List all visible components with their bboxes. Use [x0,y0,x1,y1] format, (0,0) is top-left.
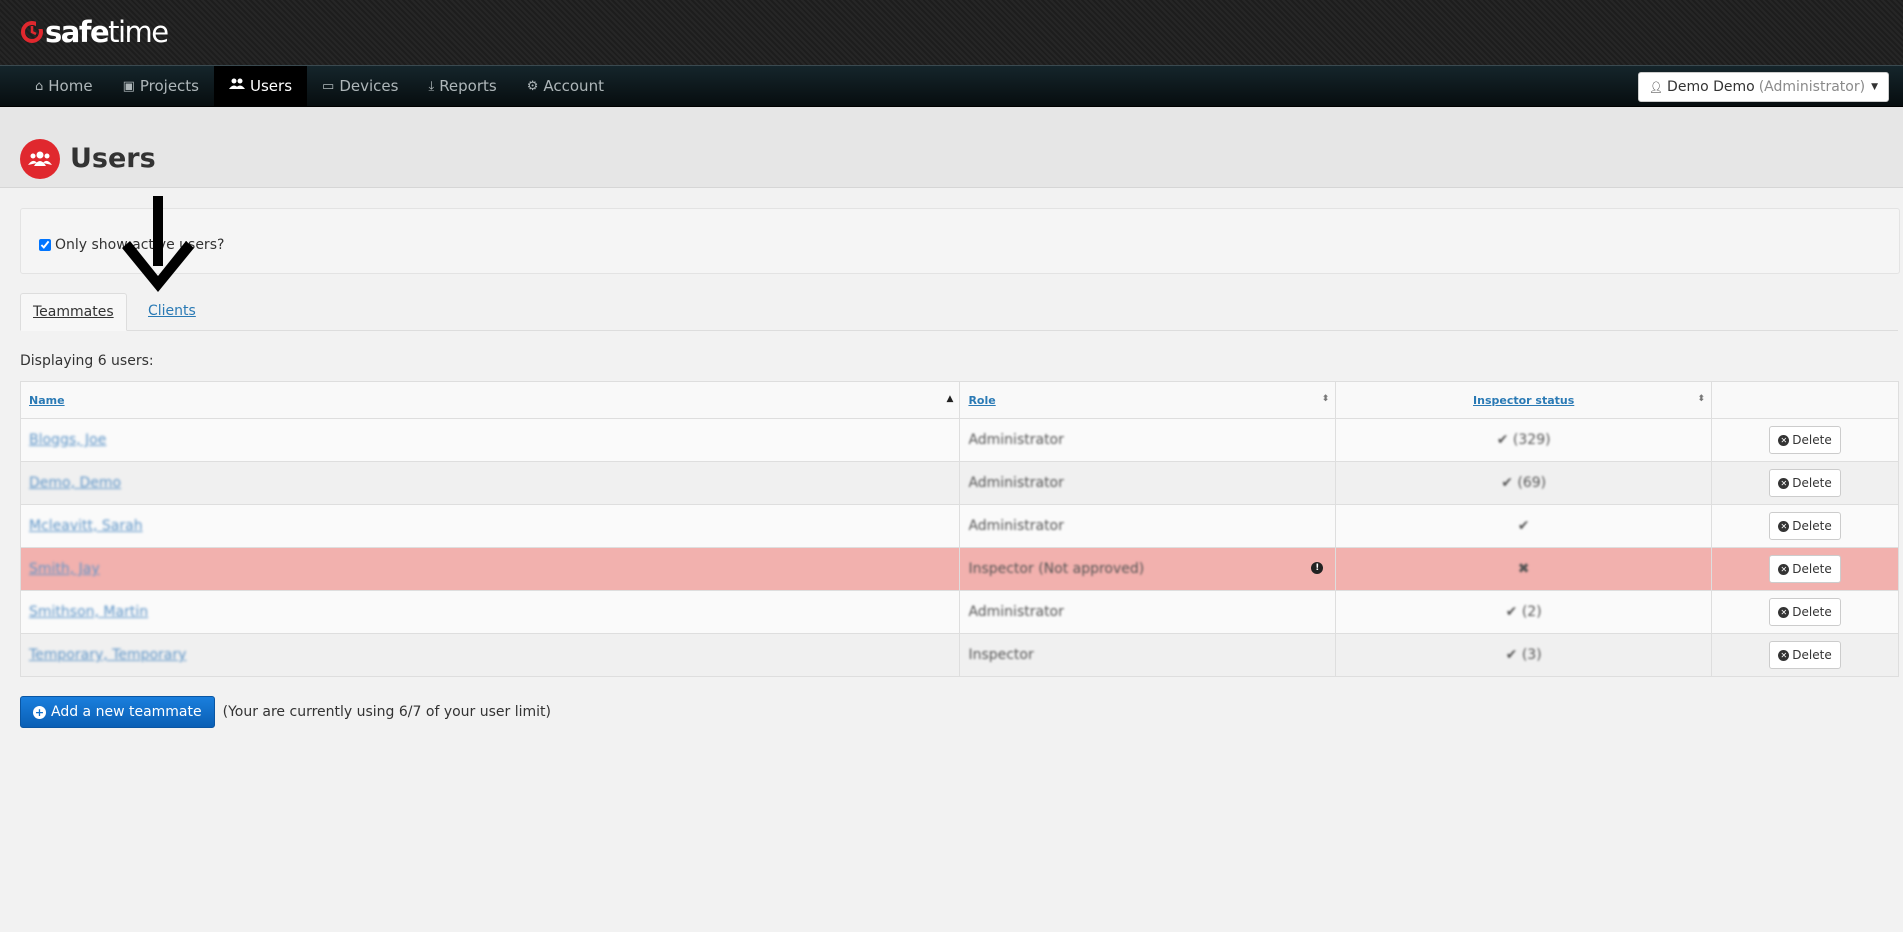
delete-label: Delete [1792,433,1832,447]
inspector-status: ✔ (329) [1496,432,1551,448]
user-name-link[interactable]: Smithson, Martin [29,604,148,620]
delete-label: Delete [1792,476,1832,490]
user-role: Administrator [968,475,1064,491]
user-menu-role: (Administrator) [1758,79,1866,95]
user-name-link[interactable]: Mcleavitt, Sarah [29,518,143,534]
delete-button[interactable]: ✕ Delete [1769,598,1841,626]
add-teammate-label: Add a new teammate [51,704,202,720]
delete-button[interactable]: ✕ Delete [1769,641,1841,669]
page-header: Users [0,107,1903,188]
nav-home-label: Home [48,77,93,95]
inspector-status: ✔ (3) [1505,647,1542,663]
nav-account-label: Account [543,77,604,95]
user-role: Inspector [968,647,1034,663]
user-role: Inspector (Not approved) [968,561,1145,577]
tab-teammates[interactable]: Teammates [20,293,127,331]
sort-asc-icon: ▲ [946,394,954,404]
actions-column-header [1711,381,1899,419]
status-sort-link[interactable]: Inspector status [1473,394,1574,407]
nav-users-label: Users [250,77,293,95]
close-circle-icon: ✕ [1778,649,1790,661]
nav-reports[interactable]: ⤓ Reports [413,66,511,106]
top-header: safetime [0,0,1903,65]
users-icon [20,139,60,179]
exclamation-circle-icon[interactable]: ! [1311,562,1324,574]
delete-button[interactable]: ✕ Delete [1769,555,1841,583]
home-icon: ⌂ [35,78,44,94]
delete-button[interactable]: ✕ Delete [1769,469,1841,497]
nav-devices-label: Devices [339,77,399,95]
delete-button[interactable]: ✕ Delete [1769,426,1841,454]
page-title: Users [70,143,156,174]
role-column-header[interactable]: Role ⬍ [959,381,1337,419]
clock-logo-icon [20,20,44,44]
table-row: Bloggs, Joe Administrator ✔ (329) ✕ Delet… [19,418,1899,462]
delete-label: Delete [1792,648,1832,662]
close-circle-icon: ✕ [1778,520,1790,532]
user-limit-note: (Your are currently using 6/7 of your us… [222,704,551,720]
delete-label: Delete [1792,562,1832,576]
inspector-status: ✔ (2) [1505,604,1542,620]
nav-projects-label: Projects [139,77,199,95]
add-teammate-row: + Add a new teammate (Your are currently… [20,696,551,728]
sort-icon: ⬍ [1321,394,1330,404]
brand-name: safetime [45,15,169,49]
add-teammate-button[interactable]: + Add a new teammate [20,696,215,728]
name-column-header[interactable]: Name ▲ [19,381,961,419]
credit-card-icon: ▭ [322,78,335,94]
close-circle-icon: ✕ [1778,563,1790,575]
inspector-status: ✔ [1517,518,1530,534]
download-icon: ⤓ [428,78,435,94]
nav-projects[interactable]: ▣ Projects [108,66,214,106]
users-table: Name ▲ Role ⬍ Inspector status ⬍ Bloggs, Jo… [19,381,1899,677]
role-sort-link[interactable]: Role [968,394,995,407]
table-row: Smith, Jay Inspector (Not approved)! ✖ ✕… [19,547,1899,591]
close-circle-icon: ✕ [1778,606,1790,618]
filter-panel: Only show active users? [20,208,1900,274]
table-row: Temporary, Temporary Inspector ✔ (3) ✕ De… [19,633,1899,677]
table-row: Smithson, Martin Administrator ✔ (2) ✕ De… [19,590,1899,634]
close-circle-icon: ✕ [1778,477,1790,489]
table-header-row: Name ▲ Role ⬍ Inspector status ⬍ [19,381,1899,419]
briefcase-icon: ▣ [122,78,135,94]
nav-reports-label: Reports [439,77,497,95]
user-role: Administrator [968,432,1064,448]
delete-button[interactable]: ✕ Delete [1769,512,1841,540]
sort-icon: ⬍ [1697,394,1706,404]
inspector-status: ✖ [1517,561,1530,577]
delete-label: Delete [1792,605,1832,619]
down-arrow-annotation [122,196,194,292]
users-icon [229,78,245,94]
cogs-icon: ⚙ [526,78,539,94]
nav-home[interactable]: ⌂ Home [20,66,108,106]
status-column-header[interactable]: Inspector status ⬍ [1335,381,1713,419]
user-type-tabs: Teammates Clients [20,293,1898,331]
active-only-checkbox[interactable] [39,239,51,251]
user-name-link[interactable]: Demo, Demo [29,475,121,491]
display-count: Displaying 6 users: [20,353,154,369]
plus-circle-icon: + [33,705,46,719]
user-name-link[interactable]: Bloggs, Joe [29,432,106,448]
table-row: Demo, Demo Administrator ✔ (69) ✕ Delete [19,461,1899,505]
user-menu-button[interactable]: 👤︎ Demo Demo (Administrator) ▼ [1638,72,1889,102]
nav-devices[interactable]: ▭ Devices [307,66,413,106]
safetime-logo[interactable]: safetime [20,15,169,49]
close-circle-icon: ✕ [1778,434,1790,446]
table-row: Mcleavitt, Sarah Administrator ✔ ✕ Delete [19,504,1899,548]
nav-users[interactable]: Users [214,66,308,106]
user-name-link[interactable]: Smith, Jay [29,561,100,577]
user-role: Administrator [968,604,1064,620]
delete-label: Delete [1792,519,1832,533]
caret-down-icon: ▼ [1871,82,1878,92]
name-sort-link[interactable]: Name [29,394,65,407]
inspector-status: ✔ (69) [1501,475,1547,491]
user-name-link[interactable]: Temporary, Temporary [29,647,186,663]
main-navbar: ⌂ Home ▣ Projects Users ▭ Devices ⤓ Repo… [0,65,1903,107]
user-menu-name: Demo Demo [1667,79,1755,95]
tab-clients[interactable]: Clients [136,293,208,329]
user-icon: 👤︎ [1649,80,1664,94]
nav-account[interactable]: ⚙ Account [512,66,619,106]
user-role: Administrator [968,518,1064,534]
